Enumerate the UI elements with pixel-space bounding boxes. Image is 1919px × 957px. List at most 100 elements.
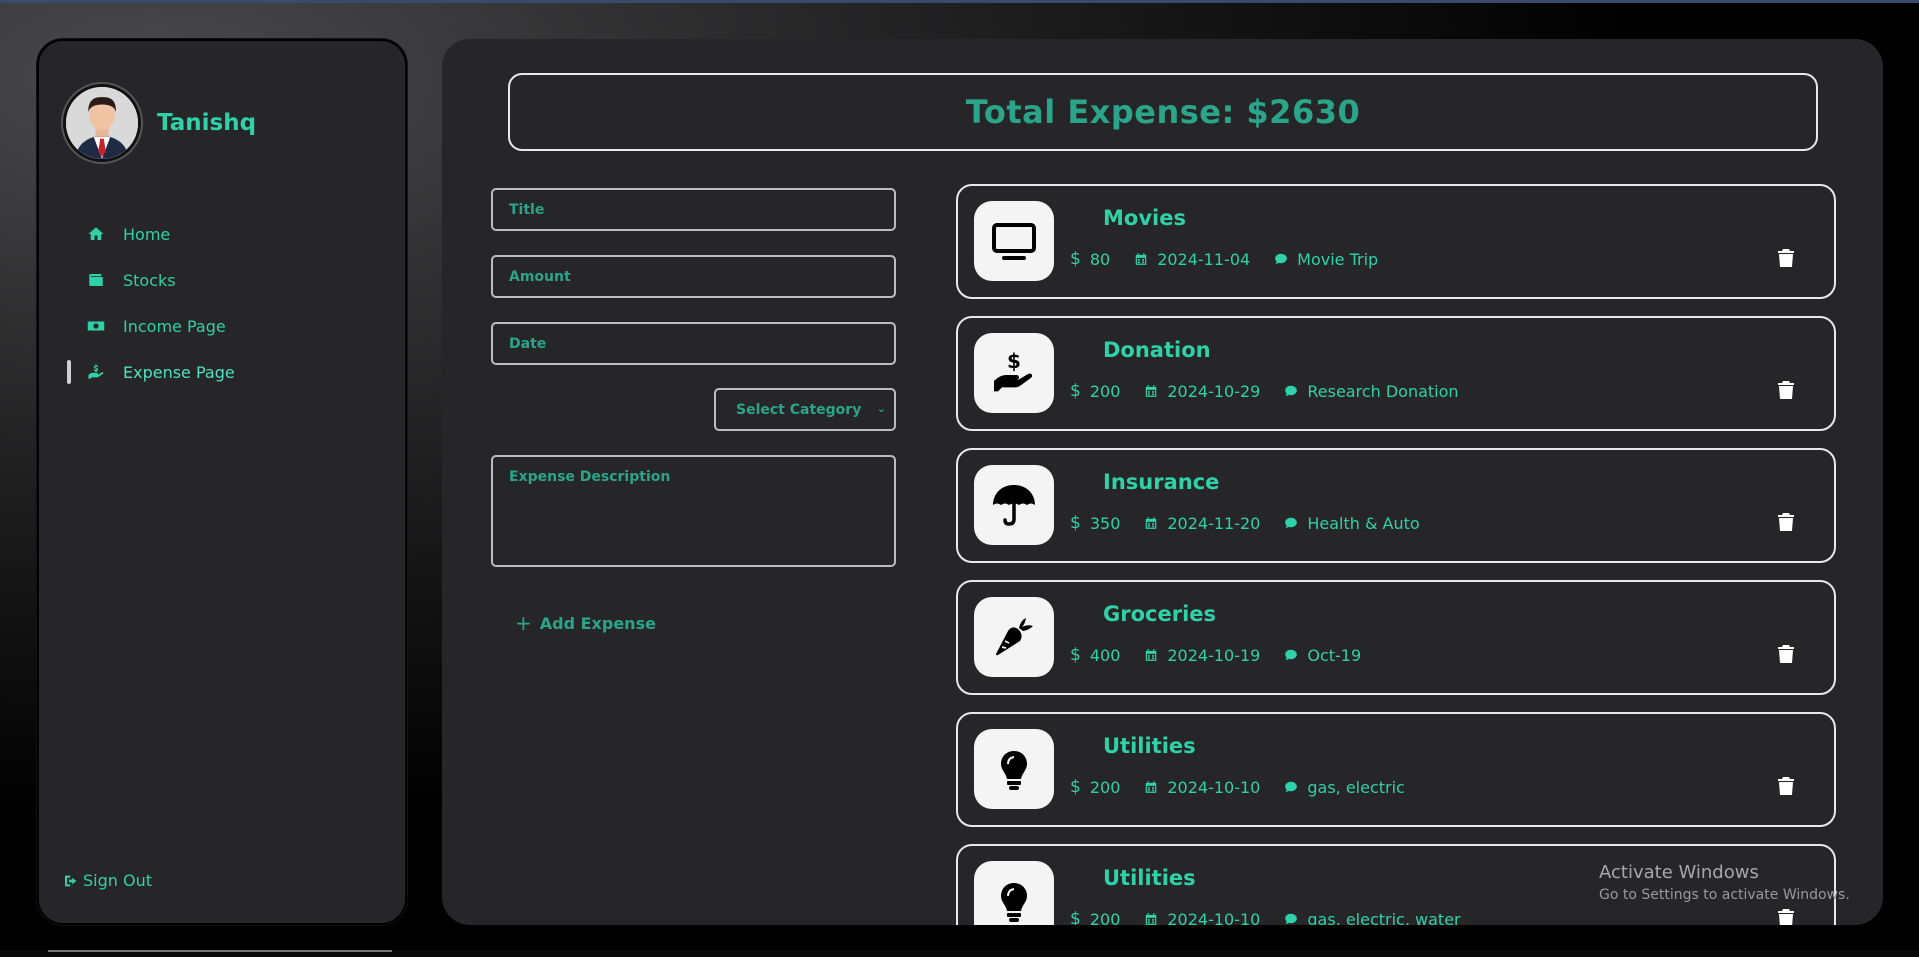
add-expense-button[interactable]: + Add Expense bbox=[515, 611, 896, 635]
expense-date: 2024-10-29 bbox=[1167, 381, 1261, 401]
expense-note: Research Donation bbox=[1307, 381, 1459, 401]
comment-icon bbox=[1285, 649, 1298, 661]
total-expense-banner: Total Expense: $2630 bbox=[508, 73, 1818, 151]
expense-date: 2024-10-19 bbox=[1167, 645, 1261, 665]
expense-date: 2024-10-10 bbox=[1167, 777, 1261, 797]
calendar-icon bbox=[1146, 385, 1157, 397]
amount-input[interactable] bbox=[491, 255, 896, 298]
expense-note: gas, electric bbox=[1307, 777, 1405, 797]
sidebar-item-label: Home bbox=[123, 224, 171, 244]
expense-list: Movies $80 2024-11-04 Movie Trip $ Donat… bbox=[956, 184, 1836, 925]
calendar-icon bbox=[1146, 649, 1157, 661]
date-input[interactable] bbox=[491, 322, 896, 365]
expense-date: 2024-11-04 bbox=[1157, 249, 1251, 269]
expense-note: Movie Trip bbox=[1297, 249, 1379, 269]
trash-icon bbox=[1778, 909, 1794, 925]
umbrella-icon bbox=[974, 465, 1054, 545]
calendar-icon bbox=[1135, 253, 1147, 265]
wallet-icon bbox=[85, 269, 107, 291]
expense-title: Insurance bbox=[1103, 470, 1220, 494]
delete-button[interactable] bbox=[1778, 513, 1794, 531]
expense-amount: 200 bbox=[1089, 777, 1121, 797]
trash-icon bbox=[1778, 381, 1794, 399]
comment-icon bbox=[1285, 385, 1298, 397]
title-input[interactable] bbox=[491, 188, 896, 231]
avatar-image bbox=[66, 87, 138, 159]
comment-icon bbox=[1285, 517, 1298, 529]
add-expense-label: Add Expense bbox=[539, 613, 656, 633]
expense-title: Utilities bbox=[1103, 734, 1196, 758]
lightbulb-icon bbox=[974, 861, 1054, 925]
money-bill-icon bbox=[85, 315, 107, 337]
comment-icon bbox=[1285, 913, 1298, 925]
expense-note: Oct-19 bbox=[1307, 645, 1362, 665]
sign-out-link[interactable]: Sign Out bbox=[63, 871, 152, 890]
delete-button[interactable] bbox=[1778, 777, 1794, 795]
expense-note: gas, electric, water bbox=[1307, 909, 1461, 926]
expense-amount: 200 bbox=[1089, 909, 1121, 926]
expense-date: 2024-11-20 bbox=[1167, 513, 1261, 533]
window-top-edge bbox=[0, 0, 1919, 3]
watermark-title: Activate Windows bbox=[1599, 862, 1759, 883]
main-panel: Total Expense: $2630 Select Category ⌄ +… bbox=[442, 39, 1883, 925]
calendar-icon bbox=[1146, 781, 1157, 793]
carrot-icon bbox=[974, 597, 1054, 677]
expense-card: Utilities $200 2024-10-10 gas, electric bbox=[956, 712, 1836, 827]
chevron-down-icon: ⌄ bbox=[876, 402, 886, 415]
sidebar-item-stocks[interactable]: Stocks bbox=[67, 257, 367, 303]
hand-holding-dollar-icon bbox=[85, 361, 107, 383]
trash-icon bbox=[1778, 777, 1794, 795]
user-profile: Tanishq bbox=[63, 84, 256, 162]
delete-button[interactable] bbox=[1778, 645, 1794, 663]
hand-holding-dollar-icon: $ bbox=[974, 333, 1054, 413]
category-select[interactable]: Select Category ⌄ bbox=[714, 388, 896, 431]
expense-note: Health & Auto bbox=[1307, 513, 1420, 533]
dollar-icon: $ bbox=[1070, 645, 1081, 665]
calendar-icon bbox=[1146, 913, 1157, 925]
expense-title: Donation bbox=[1103, 338, 1211, 362]
sidebar-item-income-page[interactable]: Income Page bbox=[67, 303, 367, 349]
delete-button[interactable] bbox=[1778, 909, 1794, 925]
expense-card: Insurance $350 2024-11-20 Health & Auto bbox=[956, 448, 1836, 563]
expense-card: Movies $80 2024-11-04 Movie Trip bbox=[956, 184, 1836, 299]
watermark-subtitle: Go to Settings to activate Windows. bbox=[1599, 887, 1850, 903]
windows-activation-watermark: Activate Windows Go to Settings to activ… bbox=[1599, 862, 1850, 903]
delete-button[interactable] bbox=[1778, 381, 1794, 399]
avatar bbox=[63, 84, 141, 162]
category-select-wrapper: Select Category ⌄ bbox=[491, 388, 896, 431]
sidebar-item-label: Expense Page bbox=[123, 362, 235, 382]
expense-amount: 350 bbox=[1089, 513, 1121, 533]
expense-date: 2024-10-10 bbox=[1167, 909, 1261, 926]
expense-title: Movies bbox=[1103, 206, 1186, 230]
dollar-icon: $ bbox=[1070, 777, 1081, 797]
calendar-icon bbox=[1146, 517, 1157, 529]
user-name: Tanishq bbox=[157, 110, 257, 136]
taskbar-edge bbox=[0, 950, 1919, 957]
delete-button[interactable] bbox=[1778, 249, 1794, 267]
tv-icon bbox=[974, 201, 1054, 281]
comment-icon bbox=[1275, 253, 1288, 265]
trash-icon bbox=[1778, 513, 1794, 531]
sidebar-item-home[interactable]: Home bbox=[67, 211, 367, 257]
category-select-value: Select Category bbox=[736, 401, 862, 418]
trash-icon bbox=[1778, 249, 1794, 267]
sidebar-nav: Home Stocks Income Page Expense Page bbox=[67, 211, 367, 395]
expense-title: Groceries bbox=[1103, 602, 1217, 626]
sidebar-item-label: Stocks bbox=[123, 270, 176, 290]
sidebar-item-expense-page[interactable]: Expense Page bbox=[67, 349, 367, 395]
expense-amount: 80 bbox=[1089, 249, 1111, 269]
expense-meta: $200 2024-10-10 gas, electric, water bbox=[1070, 909, 1485, 925]
sidebar-item-label: Income Page bbox=[123, 316, 226, 336]
expense-meta: $350 2024-11-20 Health & Auto bbox=[1070, 513, 1444, 533]
plus-icon: + bbox=[515, 611, 532, 635]
expense-meta: $200 2024-10-29 Research Donation bbox=[1070, 381, 1483, 401]
expense-meta: $200 2024-10-10 gas, electric bbox=[1070, 777, 1429, 797]
comment-icon bbox=[1285, 781, 1298, 793]
home-icon bbox=[85, 223, 107, 245]
svg-text:$: $ bbox=[1007, 349, 1021, 373]
trash-icon bbox=[1778, 645, 1794, 663]
dollar-icon: $ bbox=[1070, 381, 1081, 401]
sidebar: Tanishq Home Stocks Income Page Expense … bbox=[37, 39, 407, 925]
description-textarea[interactable] bbox=[491, 455, 896, 567]
expense-title: Utilities bbox=[1103, 866, 1196, 890]
